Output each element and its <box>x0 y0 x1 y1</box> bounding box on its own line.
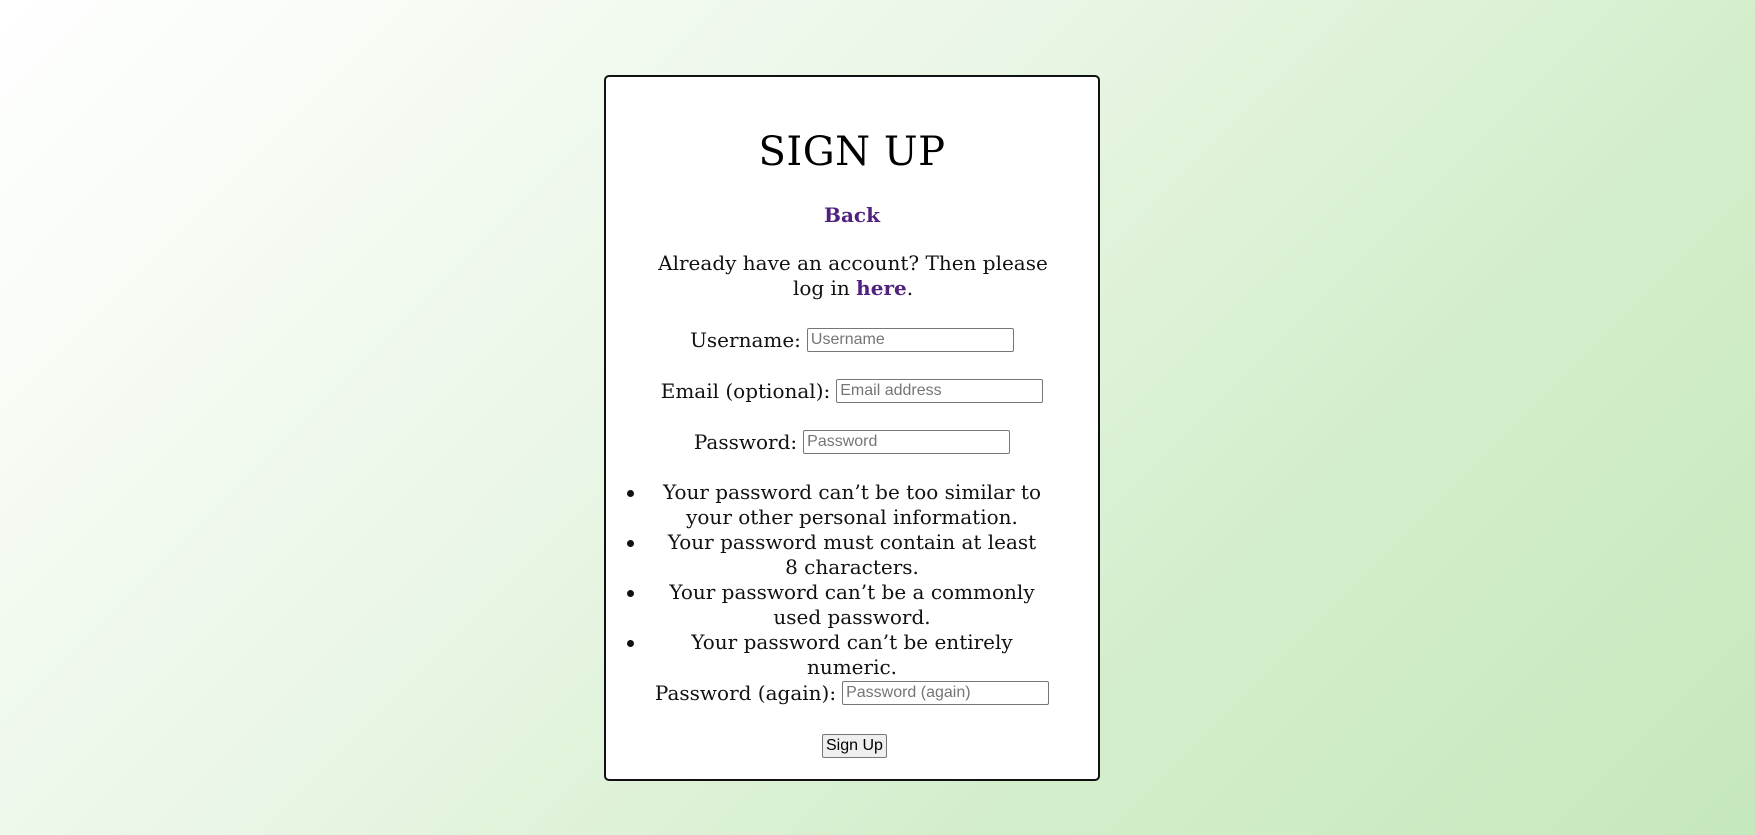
login-prompt-period: . <box>906 276 914 300</box>
email-input[interactable] <box>836 379 1044 403</box>
password-label: Password: <box>693 430 798 454</box>
password-input[interactable] <box>803 430 1011 454</box>
username-row: Username: <box>606 328 1098 352</box>
password-rule: Your password can’t be entirely numeric. <box>606 630 1098 680</box>
sign-up-button[interactable]: Sign Up <box>822 734 887 758</box>
login-prompt-text: Already have an account? Then please log… <box>658 251 1048 300</box>
back-link[interactable]: Back <box>606 203 1098 227</box>
password-again-label: Password (again): <box>654 681 837 705</box>
email-label: Email (optional): <box>660 379 831 403</box>
username-label: Username: <box>690 328 801 352</box>
login-here-link[interactable]: here <box>856 276 907 300</box>
password-row: Password: <box>606 430 1098 454</box>
signup-card: SIGN UP Back Already have an account? Th… <box>604 75 1100 781</box>
login-prompt: Already have an account? Then please log… <box>646 251 1060 301</box>
email-row: Email (optional): <box>606 379 1098 403</box>
page-title: SIGN UP <box>758 129 946 175</box>
password-again-input[interactable] <box>842 681 1050 705</box>
password-rule: Your password must contain at least 8 ch… <box>606 530 1098 580</box>
password-again-row: Password (again): <box>606 681 1098 705</box>
password-rule: Your password can’t be a commonly used p… <box>606 580 1098 630</box>
password-rule: Your password can’t be too similar to yo… <box>606 480 1098 530</box>
username-input[interactable] <box>806 328 1014 352</box>
password-rules-list: Your password can’t be too similar to yo… <box>606 480 1098 680</box>
